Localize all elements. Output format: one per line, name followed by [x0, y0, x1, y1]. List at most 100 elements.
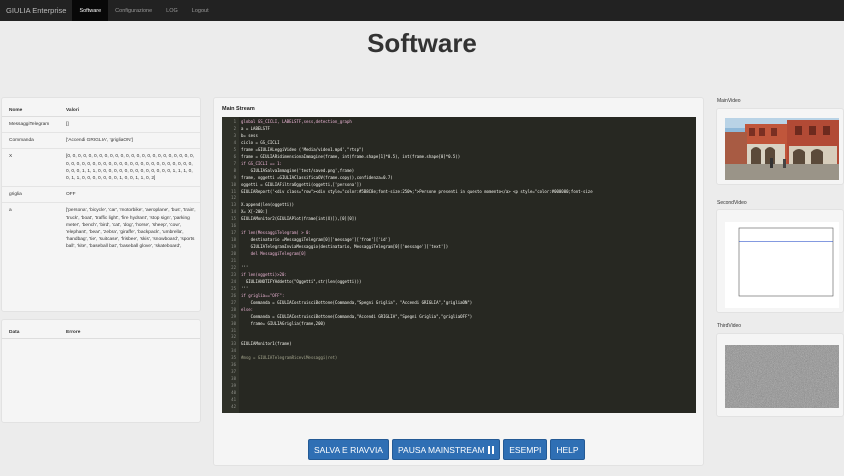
- main-stream-title: Main Stream: [222, 106, 255, 112]
- line-number: 31: [231, 327, 236, 333]
- code-text: GIULIAMonitor1(frame): [241, 341, 292, 347]
- main-video-label: MainVideo: [717, 98, 741, 104]
- page-title: Software: [367, 28, 477, 58]
- code-line: 7 if GS_CICLI == 1:: [222, 161, 696, 168]
- code-line: 21: [222, 258, 696, 265]
- code-line: 31: [222, 328, 696, 335]
- nav-configurazione[interactable]: Configurazione: [108, 0, 159, 21]
- table-row: a ['persona', 'bicycle', 'car', 'motorbi…: [2, 202, 200, 255]
- code-line: 12: [222, 195, 696, 202]
- page-header: Software: [0, 21, 844, 86]
- third-video-noise-image[interactable]: [725, 345, 839, 408]
- line-number: 8: [233, 167, 236, 173]
- errors-table: Data Errore: [2, 320, 200, 339]
- code-text: if GS_CICLI == 1:: [241, 160, 282, 166]
- variable-value: OFF: [59, 186, 200, 203]
- line-number: 6: [233, 153, 236, 159]
- line-number: 12: [231, 195, 236, 201]
- code-text: #msg = GIULIATelegramRiceviMessaggi(ret): [241, 355, 338, 361]
- variable-name: a: [2, 202, 59, 255]
- code-line: 42: [222, 404, 696, 411]
- code-text: Commanda = GIULIACostruisciBottone(Comma…: [241, 313, 473, 319]
- brand-logo[interactable]: GIULIA Enterprise: [0, 0, 72, 21]
- line-number: 16: [231, 223, 236, 229]
- code-line: 16: [222, 223, 696, 230]
- second-video-label: SecondVideo: [717, 200, 747, 206]
- save-restart-button[interactable]: SALVA E RIAVVIA: [308, 439, 389, 460]
- table-row: griglia OFF: [2, 186, 200, 203]
- code-line: 17 if len(MessaggiTelegram) > 0:: [222, 230, 696, 237]
- code-line: 34: [222, 348, 696, 355]
- chart-background: [725, 222, 839, 308]
- code-line: 18 destinatario =MessaggiTelegram[0]['me…: [222, 237, 696, 244]
- code-line: 41: [222, 397, 696, 404]
- line-number: 24: [231, 278, 236, 284]
- third-video-label: ThirdVideo: [717, 323, 742, 329]
- line-number: 3: [233, 132, 236, 138]
- errors-panel: Data Errore: [1, 319, 201, 423]
- variable-name: Commanda: [2, 132, 59, 149]
- line-number: 41: [231, 397, 236, 402]
- top-navbar: GIULIA Enterprise Software Configurazion…: [0, 0, 844, 21]
- code-text: global GS_CICLI, LABELSTF,sess,detection…: [241, 119, 352, 124]
- examples-button[interactable]: ESEMPI: [503, 439, 548, 460]
- code-line: 11 GIULIAReport('<div class="row"><div st…: [222, 189, 696, 196]
- table-row: MessaggiTelegram []: [2, 115, 200, 133]
- line-number: 23: [231, 271, 236, 277]
- variable-value: ['persona', 'bicycle', 'car', 'motorbike…: [59, 202, 200, 255]
- third-video-panel: [716, 333, 844, 417]
- variable-name: griglia: [2, 186, 59, 203]
- line-number: 19: [231, 244, 236, 250]
- code-line: 24 GIULIANOTIFYAddetto("Oggetti",str(len…: [222, 279, 696, 286]
- code-line: 8 GIULIASalvaImmagine('test/saved.png',f…: [222, 168, 696, 175]
- pause-mainstream-button[interactable]: PAUSA MAINSTREAM: [391, 439, 501, 460]
- code-text: del MessaggiTelegram[0]: [241, 251, 307, 257]
- pause-mainstream-label: PAUSA MAINSTREAM: [397, 444, 485, 455]
- code-line: 36: [222, 362, 696, 369]
- variables-panel: Nome Valori MessaggiTelegram [] Commanda…: [1, 97, 201, 312]
- code-editor[interactable]: 1 global GS_CICLI, LABELSTF,sess,detectio…: [222, 117, 696, 413]
- code-line: 28 else:: [222, 307, 696, 314]
- code-text: frame= GIULIAGriglia(frame,200): [241, 320, 326, 326]
- examples-label: ESEMPI: [509, 444, 542, 455]
- help-label: HELP: [556, 444, 579, 455]
- line-number: 28: [231, 306, 236, 312]
- line-number: 25: [231, 285, 236, 291]
- code-text: oggetti = GIULIAFiltraOggetti(oggetti,['…: [241, 181, 362, 187]
- second-video-chart[interactable]: [725, 222, 839, 308]
- column-header-error: Errore: [59, 320, 200, 339]
- code-text: frame =GIULIALeggiVideo ('Media/video1.m…: [241, 146, 364, 152]
- nav-log[interactable]: LOG: [159, 0, 185, 21]
- variable-value: []: [59, 115, 200, 133]
- column-header-name: Nome: [2, 98, 59, 117]
- main-video-image[interactable]: [725, 118, 839, 180]
- line-number: 42: [231, 403, 236, 409]
- code-line: 30 frame= GIULIAGriglia(frame,200): [222, 321, 696, 328]
- variable-name: X: [2, 148, 59, 187]
- code-text: else:: [241, 306, 254, 312]
- code-text: if griglia=="OFF":: [241, 292, 285, 298]
- code-text: GIULIASalvaImmagine('test/saved.png',fra…: [241, 167, 355, 173]
- code-line: 26 if griglia=="OFF":: [222, 293, 696, 300]
- line-number: 37: [231, 369, 236, 375]
- line-number: 17: [231, 230, 236, 236]
- line-number: 15: [231, 216, 236, 222]
- code-text: ''': [241, 264, 249, 270]
- line-number: 38: [231, 376, 236, 382]
- code-line: 22 ''': [222, 265, 696, 272]
- line-number: 5: [233, 146, 236, 152]
- line-number: 29: [231, 313, 236, 319]
- nav-software[interactable]: Software: [72, 0, 109, 21]
- nav-logout[interactable]: Logout: [185, 0, 216, 21]
- table-row: X [0, 0, 0, 0, 0, 0, 0, 0, 0, 0, 0, 0, 0…: [2, 148, 200, 187]
- second-video-panel: [716, 209, 844, 313]
- line-number: 34: [231, 348, 236, 354]
- line-number: 21: [231, 258, 236, 263]
- line-number: 11: [231, 188, 236, 194]
- help-button[interactable]: HELP: [550, 439, 585, 460]
- line-number: 20: [231, 251, 236, 257]
- code-line: 20 del MessaggiTelegram[0]: [222, 251, 696, 258]
- code-line: 39: [222, 383, 696, 390]
- code-text: if len(MessaggiTelegram) > 0:: [241, 230, 311, 236]
- code-text: Commanda = GIULIACostruisciBottone(Comma…: [241, 299, 473, 305]
